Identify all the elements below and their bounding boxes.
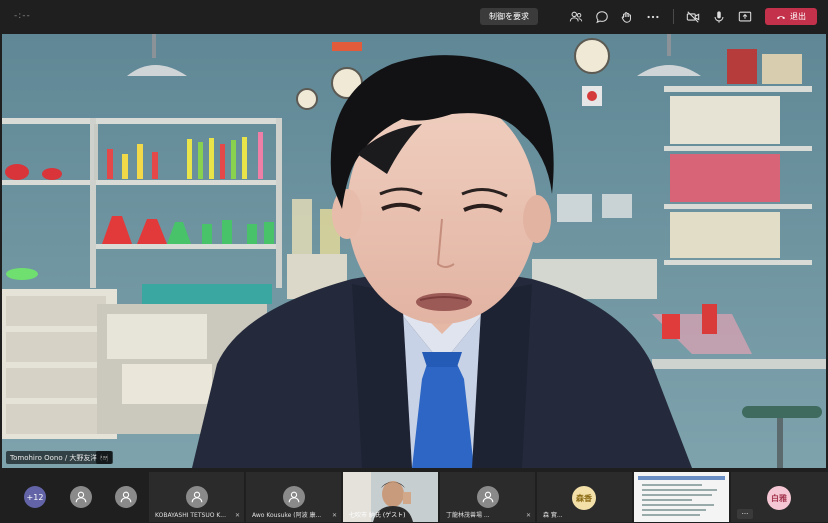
mic-muted-icon: ✕ (331, 512, 337, 519)
person-icon (120, 491, 132, 503)
mic-muted-icon: ✕ (234, 512, 240, 519)
toolbar-divider (673, 9, 674, 24)
meeting-toolbar: -:-- 制御を要求 退出 (0, 0, 828, 34)
chat-icon[interactable] (593, 8, 611, 26)
participant-avatar (186, 486, 208, 508)
speaker-video-frame (2, 34, 826, 468)
participant-video-tile[interactable]: 七吹市 納氏 (ゲスト) (343, 472, 438, 522)
participants-icon[interactable] (567, 8, 585, 26)
request-control-button[interactable]: 制御を要求 (480, 8, 538, 25)
more-icon[interactable] (644, 8, 662, 26)
meeting-timer: -:-- (14, 11, 31, 21)
participant-tile[interactable]: KOBAYASHI TETSUO K... ✕ (149, 472, 244, 522)
participant-name: 丁龍林茂兽場 ... (446, 512, 490, 519)
reactions-icon[interactable] (618, 8, 636, 26)
participant-name: 七吹市 納氏 (ゲスト) (349, 512, 406, 519)
participant-name: KOBAYASHI TETSUO K... (155, 512, 226, 519)
camera-off-icon[interactable] (684, 8, 702, 26)
shared-screen-tile[interactable] (634, 472, 729, 522)
participant-initials-avatar: 森香 (572, 486, 596, 510)
participant-avatar[interactable] (115, 486, 137, 508)
participant-avatar (477, 486, 499, 508)
leave-button[interactable]: 退出 (765, 8, 817, 25)
main-speaker-video[interactable]: Tomohiro Oono / 大野友洋 (aj ··· (2, 34, 826, 468)
mic-icon[interactable] (710, 8, 728, 26)
participant-tile[interactable]: Awo Kousuke (阿波 康... ✕ (246, 472, 341, 522)
participant-tile[interactable]: 森香 森 實... (537, 472, 632, 522)
person-icon (482, 491, 494, 503)
participant-initials-avatar: 白雅 (767, 486, 791, 510)
participant-name: 森 實... (543, 512, 563, 519)
share-icon[interactable] (736, 8, 754, 26)
speaker-name: Tomohiro Oono / 大野友洋 (aj (10, 453, 109, 462)
participant-gallery: +12 KOBAYASHI TETSUO K... ✕ Awo Kousuke … (0, 471, 828, 523)
person-icon (288, 491, 300, 503)
phone-icon (776, 15, 786, 19)
shared-screen-thumbnail (634, 472, 729, 522)
person-icon (75, 491, 87, 503)
more-participants-badge[interactable]: +12 (24, 486, 46, 508)
person-icon (191, 491, 203, 503)
speaker-more-button[interactable]: ··· (96, 451, 112, 464)
participant-name: Awo Kousuke (阿波 康... (252, 512, 322, 519)
participant-avatar (283, 486, 305, 508)
participant-avatar[interactable] (70, 486, 92, 508)
participant-tile[interactable]: 白雅 ··· (731, 472, 828, 522)
mic-muted-icon: ✕ (525, 512, 531, 519)
leave-label: 退出 (790, 12, 806, 21)
tile-more-button[interactable]: ··· (737, 509, 753, 519)
participant-tile[interactable]: 丁龍林茂兽場 ... ✕ (440, 472, 535, 522)
teams-meeting-window: -:-- 制御を要求 退出 Tomohiro Oono / 大野友洋 (aj ·… (0, 0, 828, 523)
